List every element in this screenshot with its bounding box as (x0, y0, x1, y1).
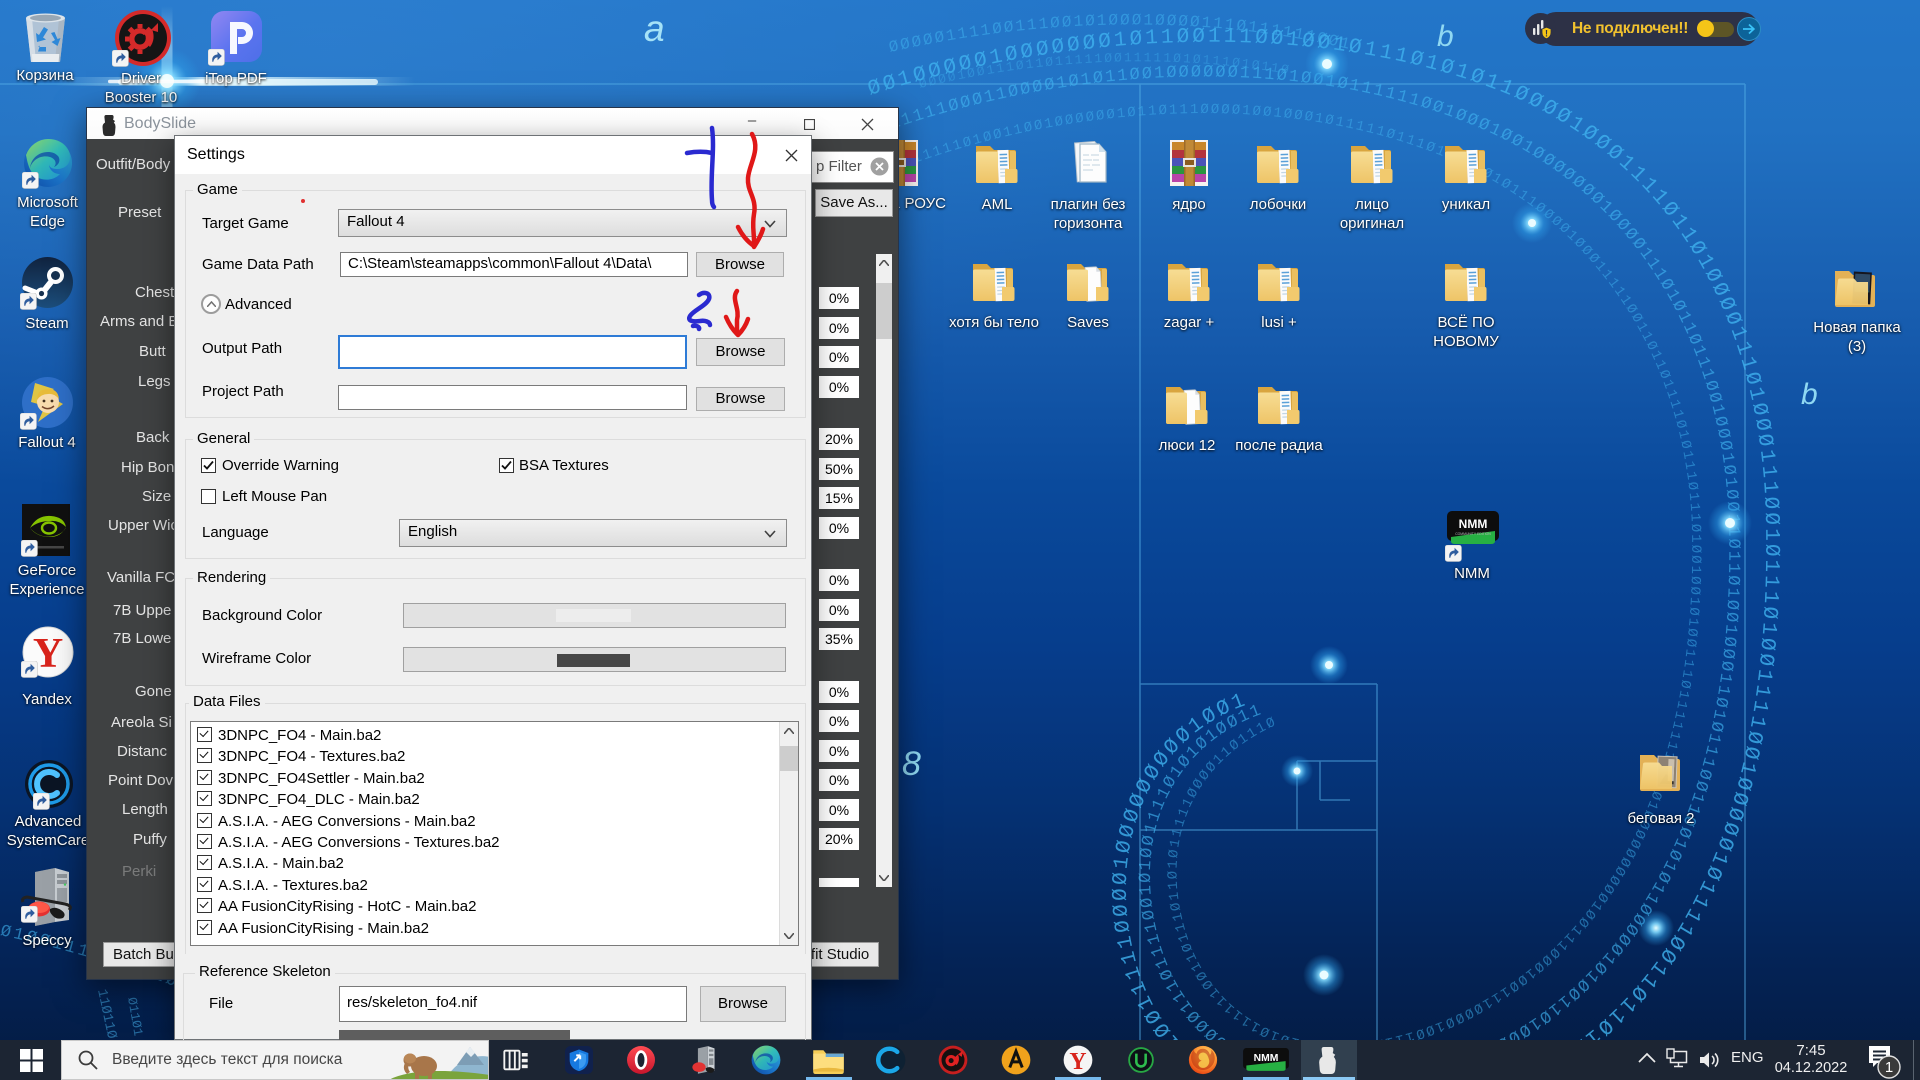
svg-text:NMM: NMM (1254, 1053, 1279, 1064)
svg-text:Y: Y (1069, 1049, 1086, 1075)
svg-text:1: 1 (1885, 1059, 1893, 1076)
svg-text:!: ! (1545, 29, 1548, 39)
